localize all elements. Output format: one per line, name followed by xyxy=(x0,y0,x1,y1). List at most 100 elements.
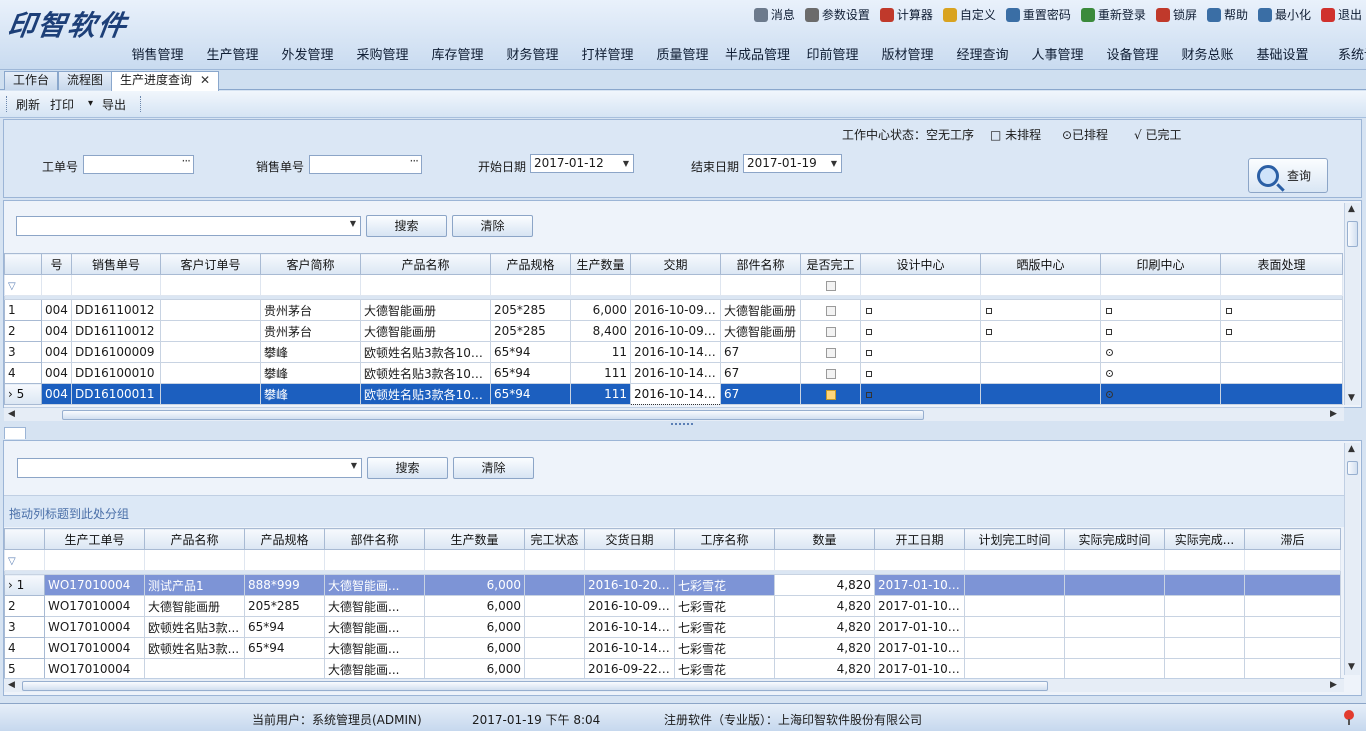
clear-button[interactable]: 清除 xyxy=(452,215,533,237)
filter-cell[interactable] xyxy=(490,274,571,296)
salesorder-field[interactable]: ··· xyxy=(309,153,422,174)
scroll-down-icon[interactable]: ▼ xyxy=(1348,662,1355,672)
menu-item[interactable]: 印前管理 xyxy=(795,44,870,63)
column-header[interactable]: 号 xyxy=(41,253,72,275)
menu-item[interactable]: 采购管理 xyxy=(345,44,420,63)
column-header[interactable]: 完工状态 xyxy=(524,528,585,550)
scroll-thumb[interactable] xyxy=(1347,461,1358,475)
toolbar-grip[interactable] xyxy=(140,96,142,112)
column-header[interactable]: 设计中心 xyxy=(860,253,981,275)
column-header[interactable]: 生产数量 xyxy=(570,253,631,275)
vertical-scrollbar[interactable]: ▲ ▼ xyxy=(1344,443,1360,675)
table-row[interactable]: › 1 WO17010004 测试产品1 888*999 大德智能画... 6,000 20… xyxy=(4,574,1341,596)
filter-cell[interactable] xyxy=(44,549,145,571)
table-row[interactable]: 4 WO17010004 欧顿姓名贴3款... 65*94 大德智能画... 6,000 2… xyxy=(4,637,1341,659)
toolbar-grip[interactable] xyxy=(6,96,8,112)
ellipsis-icon[interactable]: ··· xyxy=(410,153,420,170)
menu-item[interactable]: 外发管理 xyxy=(270,44,345,63)
print-button[interactable]: 打印 xyxy=(50,96,74,113)
column-header[interactable]: 交货日期 xyxy=(584,528,675,550)
column-header[interactable]: 表面处理 xyxy=(1220,253,1343,275)
filter-cell[interactable] xyxy=(260,274,361,296)
start-date-picker[interactable]: 2017-01-12 ▼ xyxy=(530,154,634,173)
filter-cell[interactable] xyxy=(980,274,1101,296)
search-button[interactable]: 搜索 xyxy=(367,457,448,479)
top-action-minimize[interactable]: 最小化 xyxy=(1257,6,1311,23)
panel-splitter[interactable] xyxy=(0,406,1366,439)
scroll-thumb[interactable] xyxy=(1347,221,1358,247)
filter-cell[interactable] xyxy=(524,549,585,571)
completed-checkbox[interactable] xyxy=(825,368,836,379)
menu-item[interactable]: 基础设置 xyxy=(1245,44,1320,63)
filter-cell[interactable] xyxy=(424,549,525,571)
top-action-lock[interactable]: 锁屏 xyxy=(1155,6,1197,23)
column-header[interactable]: 客户订单号 xyxy=(160,253,261,275)
column-header[interactable]: 工序名称 xyxy=(674,528,775,550)
filter-cell[interactable] xyxy=(160,274,261,296)
column-header[interactable]: 印刷中心 xyxy=(1100,253,1221,275)
cell-completed[interactable] xyxy=(800,299,861,321)
filter-checkbox[interactable] xyxy=(825,280,836,291)
column-header[interactable]: 部件名称 xyxy=(720,253,801,275)
top-action-search-key[interactable]: 重置密码 xyxy=(1005,6,1071,23)
column-header[interactable]: 产品名称 xyxy=(360,253,491,275)
column-header[interactable]: 计划完工时间 xyxy=(964,528,1065,550)
query-button[interactable]: 查询 xyxy=(1248,158,1328,193)
filter-cell[interactable] xyxy=(630,274,721,296)
scroll-right-icon[interactable]: ▶ xyxy=(1330,680,1337,690)
column-header[interactable]: 销售单号 xyxy=(71,253,161,275)
scroll-up-icon[interactable]: ▲ xyxy=(1348,444,1355,454)
menu-item[interactable]: 财务管理 xyxy=(495,44,570,63)
grid-search-input[interactable]: ▼ xyxy=(16,216,361,236)
filter-cell[interactable] xyxy=(584,549,675,571)
column-header[interactable]: 产品规格 xyxy=(490,253,571,275)
menu-item[interactable]: 生产管理 xyxy=(195,44,270,63)
export-button[interactable]: 导出 xyxy=(102,96,126,113)
filter-cell[interactable] xyxy=(1164,549,1245,571)
column-header[interactable]: 交期 xyxy=(630,253,721,275)
menu-item[interactable]: 版材管理 xyxy=(870,44,945,63)
tab-workbench[interactable]: 工作台 xyxy=(4,71,59,90)
horizontal-scrollbar[interactable]: ◀ ▶ xyxy=(4,678,1344,692)
column-header[interactable]: 实际完成... xyxy=(1164,528,1245,550)
column-header[interactable]: 生产工单号 xyxy=(44,528,145,550)
completed-checkbox[interactable] xyxy=(825,326,836,337)
column-header[interactable]: 开工日期 xyxy=(874,528,965,550)
chevron-down-icon[interactable]: ▼ xyxy=(350,219,356,228)
filter-cell[interactable] xyxy=(1064,549,1165,571)
group-by-area[interactable]: 拖动列标题到此处分组 xyxy=(4,495,1344,527)
filter-cell[interactable] xyxy=(1244,549,1341,571)
search-button[interactable]: 搜索 xyxy=(366,215,447,237)
close-icon[interactable]: ✕ xyxy=(200,73,210,87)
top-action-flag[interactable]: 消息 xyxy=(753,6,795,23)
menu-item[interactable]: 质量管理 xyxy=(645,44,720,63)
menu-item[interactable]: 经理查询 xyxy=(945,44,1020,63)
cell-completed[interactable] xyxy=(800,362,861,384)
cell-completed[interactable] xyxy=(800,320,861,342)
menu-item[interactable]: 销售管理 xyxy=(120,44,195,63)
filter-cell[interactable] xyxy=(874,549,965,571)
completed-checkbox[interactable] xyxy=(825,305,836,316)
chevron-down-icon[interactable]: ▼ xyxy=(623,155,629,172)
filter-cell[interactable] xyxy=(144,549,245,571)
column-header[interactable]: 滞后 xyxy=(1244,528,1341,550)
filter-cell[interactable] xyxy=(800,274,861,296)
top-action-calculator[interactable]: 计算器 xyxy=(879,6,933,23)
vertical-scrollbar[interactable]: ▲ ▼ xyxy=(1344,203,1360,405)
top-action-gear[interactable]: 参数设置 xyxy=(804,6,870,23)
table-row[interactable]: 5 WO17010004 大德智能画... 6,000 2016-09-22 ... 七彩… xyxy=(4,658,1341,680)
scroll-left-icon[interactable]: ◀ xyxy=(8,680,15,690)
print-dropdown-icon[interactable]: ▾ xyxy=(88,98,93,109)
column-header[interactable]: 晒版中心 xyxy=(980,253,1101,275)
ellipsis-icon[interactable]: ··· xyxy=(182,153,192,170)
filter-cell[interactable] xyxy=(360,274,491,296)
filter-cell[interactable] xyxy=(1220,274,1343,296)
table-row[interactable]: 2 004 DD16110012 贵州茅台 大德智能画册 205*285 8,400 2016… xyxy=(4,320,1343,342)
table-row[interactable]: 2 WO17010004 大德智能画册 205*285 大德智能画... 6,000 201… xyxy=(4,595,1341,617)
cell-completed[interactable] xyxy=(800,383,861,405)
menu-item[interactable]: 人事管理 xyxy=(1020,44,1095,63)
column-header[interactable]: 产品规格 xyxy=(244,528,325,550)
tab-flowchart[interactable]: 流程图 xyxy=(58,71,113,90)
chevron-down-icon[interactable]: ▼ xyxy=(351,461,357,470)
end-date-picker[interactable]: 2017-01-19 ▼ xyxy=(743,154,842,173)
